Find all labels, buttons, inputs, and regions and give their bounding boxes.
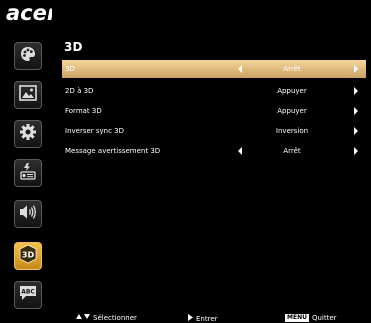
- hint-quit-label: Quitter: [311, 314, 337, 322]
- row-value: Inversion: [275, 127, 309, 135]
- acer-logo: acer: [6, 1, 52, 25]
- right-arrow-icon[interactable]: [354, 87, 358, 95]
- hint-enter: Entrer: [188, 314, 218, 323]
- right-arrow-icon[interactable]: [354, 147, 358, 155]
- hint-enter-label: Entrer: [196, 314, 218, 323]
- language-abc-icon: ABC: [18, 284, 38, 306]
- menu-row-inverse-sync[interactable]: Inverser sync 3D Inversion: [62, 122, 366, 140]
- sidebar-item-image[interactable]: [14, 81, 42, 109]
- sidebar-item-3d[interactable]: 3D: [14, 242, 42, 270]
- row-value: Arrêt: [283, 65, 301, 73]
- sidebar-item-color[interactable]: [14, 42, 42, 70]
- left-arrow-icon[interactable]: [238, 65, 242, 73]
- image-icon: [19, 85, 37, 105]
- footer-hints: Sélectionner Entrer MENU Quitter: [0, 314, 371, 323]
- logo-text: acer: [6, 1, 52, 25]
- row-label: 2D à 3D: [65, 87, 94, 95]
- row-label: 3D: [65, 65, 75, 73]
- row-label: Format 3D: [65, 107, 102, 115]
- sidebar-item-language[interactable]: ABC: [14, 281, 42, 309]
- up-down-arrows-icon: [76, 314, 90, 322]
- menu-row-format-3d[interactable]: Format 3D Appuyer: [62, 102, 366, 120]
- menu-key-badge: MENU: [285, 314, 309, 322]
- power-management-icon: [19, 162, 37, 184]
- row-value: Arrêt: [283, 147, 301, 155]
- hint-select: Sélectionner: [76, 314, 137, 322]
- menu-row-3d[interactable]: 3D Arrêt: [62, 60, 366, 78]
- left-arrow-icon[interactable]: [238, 147, 242, 155]
- row-label: Inverser sync 3D: [65, 127, 125, 135]
- menu-row-2d-to-3d[interactable]: 2D à 3D Appuyer: [62, 82, 366, 100]
- row-label: Message avertissement 3D: [65, 147, 161, 155]
- row-value: Appuyer: [277, 107, 307, 115]
- svg-text:ABC: ABC: [21, 289, 35, 296]
- 3d-icon: 3D: [18, 244, 38, 268]
- right-arrow-icon[interactable]: [354, 127, 358, 135]
- menu-row-warning-message[interactable]: Message avertissement 3D Arrêt: [62, 142, 366, 160]
- right-arrow-icon[interactable]: [354, 107, 358, 115]
- gear-icon: [19, 123, 37, 145]
- enter-arrow-icon: [188, 314, 193, 323]
- svg-text:3D: 3D: [22, 251, 35, 260]
- palette-icon: [19, 45, 37, 67]
- speaker-icon: [19, 204, 37, 224]
- sidebar-item-audio[interactable]: [14, 200, 42, 228]
- right-arrow-icon[interactable]: [354, 65, 358, 73]
- hint-quit: MENU Quitter: [285, 314, 337, 322]
- sidebar-item-management[interactable]: [14, 159, 42, 187]
- row-value: Appuyer: [277, 87, 307, 95]
- hint-select-label: Sélectionner: [93, 314, 137, 322]
- sidebar-item-settings[interactable]: [14, 120, 42, 148]
- page-title: 3D: [64, 40, 83, 54]
